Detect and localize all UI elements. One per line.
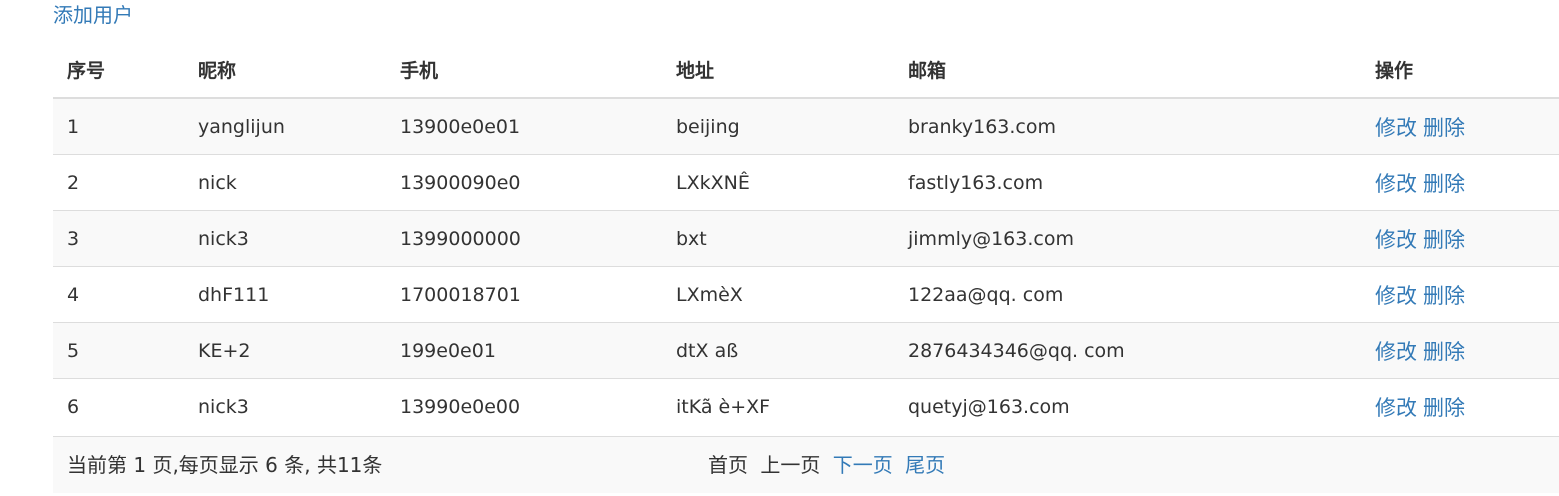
cell-address: LXkXNÊ bbox=[662, 154, 894, 211]
cell-email: branky163.com bbox=[894, 97, 1361, 155]
header-operations: 操作 bbox=[1361, 42, 1559, 99]
cell-phone: 199e0e01 bbox=[386, 322, 662, 379]
cell-seq: 2 bbox=[53, 154, 184, 211]
last-page-link[interactable]: 尾页 bbox=[905, 453, 945, 477]
pagination-bar: 当前第 1 页,每页显示 6 条, 共11条 首页 上一页 下一页 尾页 bbox=[53, 436, 1559, 493]
edit-link[interactable]: 修改 bbox=[1375, 340, 1417, 364]
pagination-info: 当前第 1 页,每页显示 6 条, 共11条 bbox=[67, 453, 383, 477]
cell-phone: 13900090e0 bbox=[386, 154, 662, 211]
cell-nickname: nick bbox=[184, 154, 386, 211]
cell-operations: 修改 删除 bbox=[1361, 378, 1559, 434]
cell-phone: 1399000000 bbox=[386, 210, 662, 267]
cell-email: fastly163.com bbox=[894, 154, 1361, 211]
cell-nickname: yanglijun bbox=[184, 97, 386, 155]
prev-page-label: 上一页 bbox=[760, 453, 821, 477]
edit-link[interactable]: 修改 bbox=[1375, 228, 1417, 252]
cell-email: 122aa@qq. com bbox=[894, 266, 1361, 323]
table-body: 1 yanglijun 13900e0e01 beijing branky163… bbox=[53, 97, 1559, 434]
cell-nickname: nick3 bbox=[184, 210, 386, 267]
cell-address: LXmèX bbox=[662, 266, 894, 323]
cell-operations: 修改 删除 bbox=[1361, 322, 1559, 379]
edit-link[interactable]: 修改 bbox=[1375, 396, 1417, 420]
cell-phone: 13990e0e00 bbox=[386, 378, 662, 434]
cell-address: itKã è+XF bbox=[662, 378, 894, 434]
cell-seq: 4 bbox=[53, 266, 184, 323]
cell-address: beijing bbox=[662, 97, 894, 155]
cell-seq: 1 bbox=[53, 97, 184, 155]
table-row: 5 KE+2 199e0e01 dtX aß 2876434346@qq. co… bbox=[53, 322, 1559, 379]
table-row: 4 dhF111 1700018701 LXmèX 122aa@qq. com … bbox=[53, 266, 1559, 323]
cell-seq: 6 bbox=[53, 378, 184, 434]
cell-phone: 13900e0e01 bbox=[386, 97, 662, 155]
delete-link[interactable]: 删除 bbox=[1423, 396, 1465, 420]
delete-link[interactable]: 删除 bbox=[1423, 116, 1465, 140]
header-seq: 序号 bbox=[53, 42, 184, 99]
header-nickname: 昵称 bbox=[184, 42, 386, 99]
edit-link[interactable]: 修改 bbox=[1375, 172, 1417, 196]
delete-link[interactable]: 删除 bbox=[1423, 228, 1465, 252]
table-row: 2 nick 13900090e0 LXkXNÊ fastly163.com 修… bbox=[53, 154, 1559, 211]
table-row: 6 nick3 13990e0e00 itKã è+XF quetyj@163.… bbox=[53, 378, 1559, 434]
next-page-link[interactable]: 下一页 bbox=[833, 453, 893, 477]
header-email: 邮箱 bbox=[894, 42, 1361, 99]
header-phone: 手机 bbox=[386, 42, 662, 99]
cell-address: dtX aß bbox=[662, 322, 894, 379]
cell-phone: 1700018701 bbox=[386, 266, 662, 323]
cell-operations: 修改 删除 bbox=[1361, 154, 1559, 211]
cell-nickname: dhF111 bbox=[184, 266, 386, 323]
table-row: 1 yanglijun 13900e0e01 beijing branky163… bbox=[53, 97, 1559, 155]
cell-nickname: KE+2 bbox=[184, 322, 386, 379]
table-row: 3 nick3 1399000000 bxt jimmly@163.com 修改… bbox=[53, 210, 1559, 267]
cell-nickname: nick3 bbox=[184, 378, 386, 434]
pagination-nav: 首页 上一页 下一页 尾页 bbox=[708, 437, 951, 493]
delete-link[interactable]: 删除 bbox=[1423, 172, 1465, 196]
cell-operations: 修改 删除 bbox=[1361, 97, 1559, 155]
header-address: 地址 bbox=[662, 42, 894, 99]
delete-link[interactable]: 删除 bbox=[1423, 340, 1465, 364]
edit-link[interactable]: 修改 bbox=[1375, 116, 1417, 140]
table-header: 序号 昵称 手机 地址 邮箱 操作 bbox=[53, 42, 1559, 99]
cell-seq: 3 bbox=[53, 210, 184, 267]
first-page-label: 首页 bbox=[708, 453, 748, 477]
cell-email: quetyj@163.com bbox=[894, 378, 1361, 434]
add-user-link[interactable]: 添加用户 bbox=[53, 2, 133, 28]
user-list-page: 添加用户 序号 昵称 手机 地址 邮箱 操作 1 yanglijun 13900… bbox=[0, 0, 1559, 496]
user-table: 序号 昵称 手机 地址 邮箱 操作 1 yanglijun 13900e0e01… bbox=[53, 42, 1559, 434]
cell-seq: 5 bbox=[53, 322, 184, 379]
cell-operations: 修改 删除 bbox=[1361, 266, 1559, 323]
edit-link[interactable]: 修改 bbox=[1375, 284, 1417, 308]
cell-operations: 修改 删除 bbox=[1361, 210, 1559, 267]
delete-link[interactable]: 删除 bbox=[1423, 284, 1465, 308]
cell-address: bxt bbox=[662, 210, 894, 267]
cell-email: 2876434346@qq. com bbox=[894, 322, 1361, 379]
header-row: 序号 昵称 手机 地址 邮箱 操作 bbox=[53, 42, 1559, 99]
cell-email: jimmly@163.com bbox=[894, 210, 1361, 267]
